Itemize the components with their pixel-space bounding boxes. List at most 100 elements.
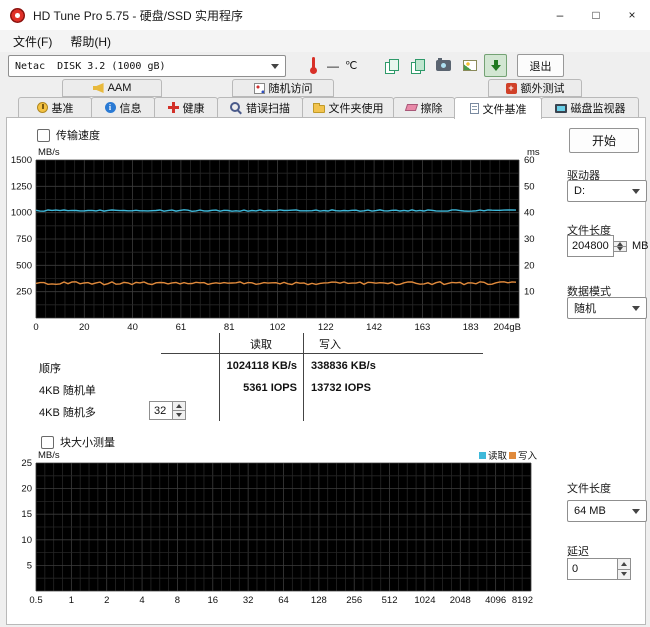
copy-image-icon [411, 59, 424, 73]
erase-icon [404, 104, 417, 111]
tab-folder-usage[interactable]: 文件夹使用 [302, 97, 394, 118]
tab-label: 基准 [52, 100, 74, 116]
file-length2-select[interactable]: 64 MB [567, 500, 647, 522]
copy-image-button[interactable] [406, 54, 429, 77]
stepper-up-button[interactable] [173, 401, 186, 410]
drive-select-value: D: [574, 185, 632, 197]
stepper-buttons [173, 401, 186, 420]
close-button[interactable]: × [614, 0, 650, 30]
thermometer-icon [309, 57, 318, 74]
app-window: HD Tune Pro 5.75 - 硬盘/SSD 实用程序 – □ × 文件(… [0, 0, 650, 627]
save-image-button[interactable] [458, 54, 481, 77]
svg-text:1250: 1250 [11, 181, 32, 192]
tab-benchmark[interactable]: 基准 [18, 97, 92, 118]
drive-select[interactable]: D: [567, 180, 647, 202]
table-header-rule [161, 353, 483, 354]
transfer-speed-chart: 250500750100012501500MB/s102030405060ms0… [7, 146, 552, 342]
tab-file-benchmark[interactable]: 文件基准 [454, 97, 542, 119]
data-mode-select[interactable]: 随机 [567, 297, 647, 319]
chevron-down-icon [632, 306, 640, 311]
stepper-up-button[interactable] [618, 558, 631, 569]
svg-text:1024: 1024 [414, 595, 435, 606]
delay-label: 延迟 [567, 543, 589, 559]
svg-text:750: 750 [16, 234, 32, 245]
file-length-value[interactable]: 204800 [567, 235, 614, 257]
menu-help[interactable]: 帮助(H) [61, 31, 120, 52]
file-benchmark-panel: 传输速度 250500750100012501500MB/s1020304050… [6, 117, 646, 625]
file-length-unit: MB [632, 240, 649, 252]
svg-text:250: 250 [16, 287, 32, 298]
svg-text:0: 0 [33, 322, 38, 333]
svg-text:1500: 1500 [11, 155, 32, 166]
disk-monitor-icon [555, 104, 567, 113]
svg-text:写入: 写入 [518, 451, 538, 462]
exit-button[interactable]: 退出 [517, 54, 564, 77]
screenshot-button[interactable] [432, 54, 455, 77]
tab-error-scan[interactable]: 错误扫描 [217, 97, 303, 118]
svg-text:40: 40 [524, 208, 535, 219]
stepper-down-button[interactable] [173, 410, 186, 420]
menu-bar: 文件(F) 帮助(H) [0, 30, 650, 52]
chevron-down-icon [271, 64, 279, 69]
toolbar: Netac DISK 3.2 (1000 gB) — ℃ 退出 [0, 52, 650, 79]
svg-text:15: 15 [21, 509, 32, 520]
svg-text:4096: 4096 [485, 595, 506, 606]
write-value: 13732 IOPS [311, 382, 371, 394]
row-label: 4KB 随机单 [39, 382, 96, 398]
svg-text:ms: ms [527, 147, 540, 158]
window-title: HD Tune Pro 5.75 - 硬盘/SSD 实用程序 [33, 7, 243, 24]
svg-text:30: 30 [524, 234, 535, 245]
svg-text:163: 163 [414, 322, 430, 333]
delay-value[interactable]: 0 [567, 558, 618, 580]
svg-text:50: 50 [524, 181, 535, 192]
svg-text:8: 8 [175, 595, 180, 606]
copy-text-button[interactable] [380, 54, 403, 77]
row-label: 顺序 [39, 360, 61, 376]
svg-text:183: 183 [463, 322, 479, 333]
minimize-button[interactable]: – [542, 0, 578, 30]
table-divider [303, 333, 304, 421]
svg-text:20: 20 [79, 322, 90, 333]
svg-text:256: 256 [346, 595, 362, 606]
tab-label: AAM [108, 82, 132, 94]
maximize-button[interactable]: □ [578, 0, 614, 30]
tab-erase[interactable]: 擦除 [393, 97, 455, 118]
block-size-checkbox[interactable] [41, 436, 54, 449]
stepper-down-button[interactable] [614, 246, 627, 252]
svg-text:122: 122 [318, 322, 334, 333]
chevron-down-icon [632, 509, 640, 514]
delay-stepper: 0 [567, 558, 631, 580]
drive-combobox[interactable]: Netac DISK 3.2 (1000 gB) [8, 55, 286, 77]
tab-extra-tests[interactable]: 额外测试 [488, 79, 582, 97]
folder-usage-icon [313, 105, 325, 113]
svg-text:0.5: 0.5 [29, 595, 42, 606]
svg-text:1: 1 [69, 595, 74, 606]
tab-health[interactable]: 健康 [154, 97, 218, 118]
svg-text:读取: 读取 [488, 451, 508, 462]
tab-label: 健康 [183, 100, 205, 116]
tab-label: 信息 [120, 100, 142, 116]
svg-text:10: 10 [21, 535, 32, 546]
stepper-down-button[interactable] [618, 569, 631, 581]
tab-label: 擦除 [421, 100, 443, 116]
menu-file[interactable]: 文件(F) [4, 31, 61, 52]
read-value: 5361 IOPS [219, 382, 297, 394]
transfer-speed-checkbox[interactable] [37, 129, 50, 142]
svg-text:204gB: 204gB [494, 322, 521, 333]
drive-combobox-value: Netac DISK 3.2 (1000 gB) [15, 61, 267, 72]
start-button[interactable]: 开始 [569, 128, 639, 153]
tab-disk-monitor[interactable]: 磁盘监视器 [541, 97, 639, 118]
queue-depth-stepper: 32 [149, 401, 186, 420]
tab-info[interactable]: 信息 [91, 97, 155, 118]
svg-text:5: 5 [27, 560, 32, 571]
tab-aam[interactable]: AAM [62, 79, 162, 97]
transfer-speed-label: 传输速度 [56, 127, 100, 143]
svg-text:102: 102 [270, 322, 286, 333]
tab-label: 文件基准 [483, 101, 527, 117]
export-button[interactable] [484, 54, 507, 77]
svg-text:500: 500 [16, 260, 32, 271]
tab-label: 额外测试 [521, 80, 565, 96]
file-length2-label: 文件长度 [567, 480, 611, 496]
queue-depth-value[interactable]: 32 [149, 401, 173, 420]
tab-random-access[interactable]: 随机访问 [232, 79, 334, 97]
